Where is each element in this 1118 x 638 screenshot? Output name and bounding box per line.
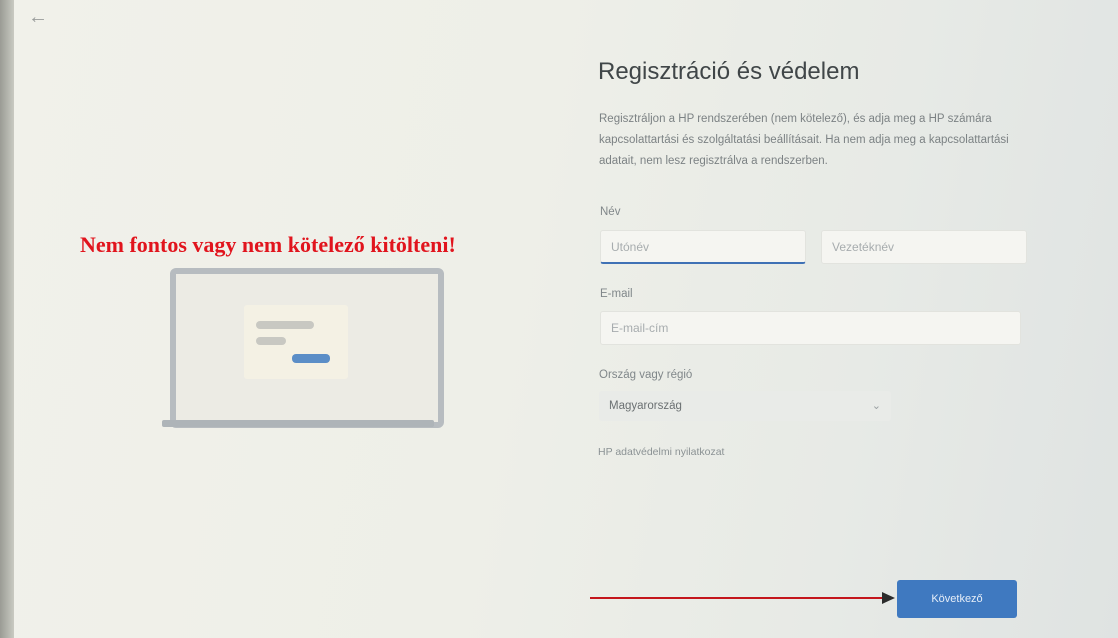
email-label: E-mail [600, 288, 633, 300]
page-title: Regisztráció és védelem [598, 58, 860, 85]
country-value: Magyarország [609, 400, 682, 412]
illustration-button [292, 354, 330, 363]
country-label: Ország vagy régió [599, 369, 693, 381]
laptop-base [162, 420, 434, 427]
annotation-arrow-icon [590, 592, 895, 604]
country-select[interactable]: Magyarország ⌄ [599, 391, 891, 421]
monitor-bezel [0, 0, 14, 638]
illustration-line [256, 337, 286, 345]
privacy-link[interactable]: HP adatvédelmi nyilatkozat [598, 446, 724, 458]
illustration-card [244, 305, 348, 379]
laptop-illustration [170, 268, 444, 428]
next-button[interactable]: Következő [897, 580, 1017, 618]
illustration-line [256, 321, 314, 329]
last-name-input[interactable]: Vezetéknév [821, 230, 1027, 264]
email-input[interactable]: E-mail-cím [600, 311, 1021, 345]
name-label: Név [600, 206, 621, 218]
annotation-note: Nem fontos vagy nem kötelező kitölteni! [80, 232, 456, 257]
back-arrow-icon[interactable]: ← [28, 6, 52, 28]
page-description: Regisztráljon a HP rendszerében (nem köt… [599, 113, 1009, 167]
first-name-input[interactable]: Utónév [600, 230, 806, 264]
chevron-down-icon: ⌄ [871, 400, 881, 412]
